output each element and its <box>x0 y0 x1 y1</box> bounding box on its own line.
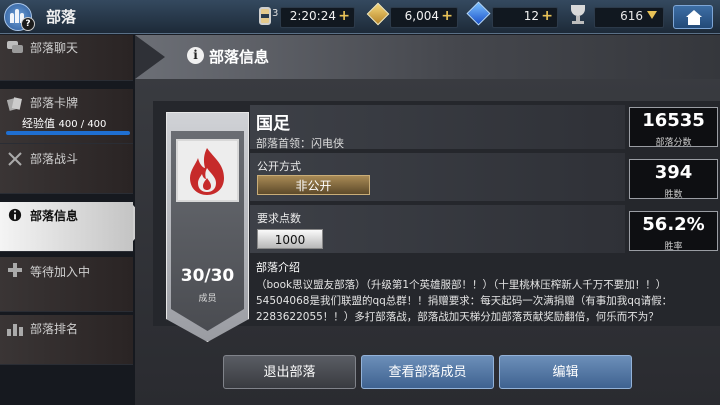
trophy-counter[interactable]: 616 <box>594 7 664 28</box>
gem-plus-icon[interactable]: + <box>541 8 553 24</box>
stat-value: 56.2% <box>642 214 705 235</box>
stat-clan-score: 16535 部落分数 <box>629 107 718 148</box>
hourglass-icon: 3 <box>255 4 279 28</box>
header-bar: i 部落信息 <box>135 35 720 79</box>
main-panel: i 部落信息 30/30 成员 国足 部落首领：闪电侠 公开方式 非公开 要求点… <box>135 35 720 405</box>
hourglass-count: 3 <box>272 8 279 19</box>
exp-text: 经验值 400 / 400 <box>22 115 106 131</box>
page-title: 部落 <box>46 8 77 26</box>
home-icon <box>686 10 702 17</box>
member-label: 成员 <box>198 294 217 304</box>
gem-icon <box>466 1 491 26</box>
stat-win-rate: 56.2% 胜率 <box>629 211 718 252</box>
top-bar: ? 部落 3 2:20:24 + 6,004 + 12 + 616 <box>0 0 720 34</box>
sidebar-item-label: 部落排名 <box>30 322 79 336</box>
section-title: 部落信息 <box>209 48 270 66</box>
sidebar-item-chat[interactable]: 部落聊天 <box>0 35 133 81</box>
public-label: 公开方式 <box>257 160 301 173</box>
trophy-icon <box>568 4 588 26</box>
sidebar: 部落聊天 部落卡牌 经验值 400 / 400 部落战斗 部落信息 等待加入中 … <box>0 35 149 405</box>
gem-value: 12 <box>523 9 539 23</box>
gold-value: 6,004 <box>404 9 439 23</box>
sidebar-item-label: 部落卡牌 <box>30 96 79 110</box>
intro-text: （book思议盟友部落）（升级第1个英雄服部！！）（十里桃林压榨新人千万不要加！… <box>256 279 673 323</box>
chat-icon <box>7 41 23 53</box>
flame-icon <box>190 148 224 195</box>
home-button[interactable] <box>673 5 713 29</box>
clan-leader: 部落首领：闪电侠 <box>256 137 344 150</box>
gold-counter[interactable]: 6,004 + <box>390 7 458 28</box>
sidebar-item-battle[interactable]: 部落战斗 <box>0 144 133 194</box>
timer-value: 2:20:24 <box>289 9 336 23</box>
cards-icon <box>7 97 22 111</box>
ranking-icon <box>7 324 23 336</box>
timer-counter[interactable]: 2:20:24 + <box>280 7 355 28</box>
sidebar-item-waiting[interactable]: 等待加入中 <box>0 257 133 312</box>
stat-caption: 部落分数 <box>655 138 692 148</box>
chevron-down-icon[interactable] <box>647 11 657 19</box>
sidebar-item-label: 部落聊天 <box>30 41 79 55</box>
gem-counter[interactable]: 12 + <box>492 7 558 28</box>
info-icon <box>8 208 22 222</box>
gold-icon <box>366 2 390 26</box>
sidebar-item-label: 等待加入中 <box>30 265 91 279</box>
exp-value: 400 / 400 <box>58 119 107 130</box>
stat-wins: 394 胜数 <box>629 159 718 200</box>
help-badge[interactable]: ? <box>21 17 35 31</box>
gold-plus-icon[interactable]: + <box>441 8 453 24</box>
timer-plus-icon[interactable]: + <box>338 8 350 24</box>
stat-value: 16535 <box>642 110 705 131</box>
edit-button[interactable]: 编辑 <box>499 355 632 389</box>
trophy-value: 616 <box>620 9 643 23</box>
required-points-field: 1000 <box>257 229 323 249</box>
sidebar-item-ranking[interactable]: 部落排名 <box>0 315 133 365</box>
leave-clan-button[interactable]: 退出部落 <box>223 355 356 389</box>
stat-caption: 胜数 <box>664 190 683 200</box>
member-count: 30/30 <box>180 266 235 286</box>
public-mode-field: 非公开 <box>257 175 370 195</box>
exp-label: 经验值 <box>22 117 55 130</box>
view-members-button[interactable]: 查看部落成员 <box>361 355 494 389</box>
plus-icon <box>8 263 22 277</box>
intro-title: 部落介绍 <box>256 261 300 274</box>
sidebar-item-label: 部落战斗 <box>30 152 79 166</box>
clan-name: 国足 <box>256 114 290 134</box>
info-icon: i <box>187 47 204 64</box>
stat-value: 394 <box>654 162 693 183</box>
points-label: 要求点数 <box>257 212 301 225</box>
crossed-swords-icon <box>8 152 22 166</box>
exp-progress-bar <box>6 131 130 135</box>
sidebar-item-info[interactable]: 部落信息 <box>0 202 133 252</box>
stat-caption: 胜率 <box>664 242 683 252</box>
clan-logo-icon[interactable]: ? <box>4 3 38 31</box>
sidebar-item-label: 部落信息 <box>30 209 79 223</box>
